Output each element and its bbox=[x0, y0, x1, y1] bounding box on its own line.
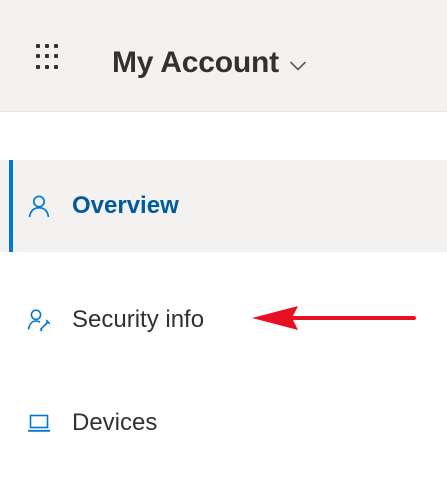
top-header: My Account bbox=[0, 0, 447, 112]
waffle-icon[interactable] bbox=[36, 44, 62, 70]
nav-item-label: Devices bbox=[72, 409, 158, 436]
nav-item-label: Security info bbox=[72, 306, 205, 333]
account-menu-button[interactable]: My Account bbox=[112, 44, 307, 82]
annotation-arrow-icon bbox=[252, 306, 416, 330]
nav-item-devices[interactable]: Devices bbox=[0, 378, 447, 468]
person-icon bbox=[28, 195, 50, 218]
nav-item-label: Overview bbox=[72, 192, 179, 219]
chevron-down-icon bbox=[289, 61, 306, 71]
app-title: My Account bbox=[112, 46, 279, 79]
nav-item-overview[interactable]: Overview bbox=[0, 160, 447, 252]
laptop-icon bbox=[28, 414, 50, 432]
person-key-icon bbox=[27, 309, 51, 332]
